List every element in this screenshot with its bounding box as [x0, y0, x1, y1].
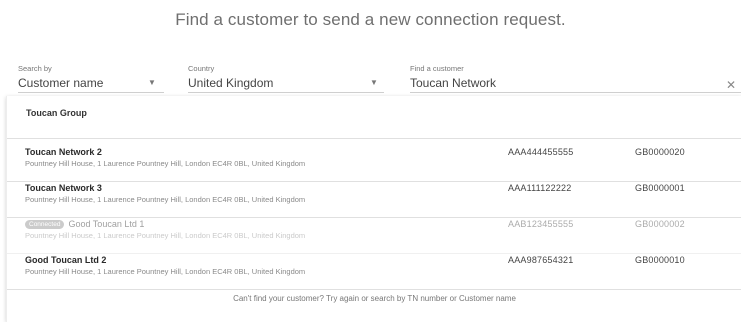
customer-name: Toucan Network 3	[25, 183, 102, 193]
search-by-value[interactable]: Customer name	[18, 75, 103, 91]
search-by-select[interactable]: Search by Customer name	[18, 64, 103, 91]
status-badge: Connected	[25, 220, 65, 229]
find-customer-input[interactable]: Toucan Network	[410, 75, 710, 91]
no-results-hint: Can't find your customer? Try again or s…	[233, 294, 516, 303]
customer-tn-number: AAA444455555	[508, 147, 574, 157]
customer-code: GB0000010	[635, 255, 685, 265]
customer-code: GB0000002	[635, 219, 685, 229]
customer-code: GB0000020	[635, 147, 685, 157]
customer-name: Good Toucan Ltd 1	[68, 219, 145, 229]
customer-name-container: Connected Good Toucan Ltd 1	[25, 219, 144, 229]
customer-tn-number: AAA987654321	[508, 255, 574, 265]
customer-address: Pountney Hill House, 1 Laurence Pountney…	[25, 159, 306, 168]
page-heading: Find a customer to send a new connection…	[175, 10, 566, 29]
search-filters: Search by Customer name ▼ Country United…	[0, 64, 741, 94]
customer-name: Toucan Network 2	[25, 147, 102, 157]
group-title: Toucan Group	[26, 108, 87, 118]
customer-tn-number: AAB123455555	[508, 219, 574, 229]
country-value[interactable]: United Kingdom	[188, 75, 273, 91]
customer-address: Pountney Hill House, 1 Laurence Pountney…	[25, 267, 306, 276]
chevron-down-icon[interactable]: ▼	[148, 78, 156, 87]
find-customer-field[interactable]: Find a customer Toucan Network	[410, 64, 710, 91]
customer-address: Pountney Hill House, 1 Laurence Pountney…	[25, 195, 306, 204]
country-underline	[188, 92, 384, 93]
country-select[interactable]: Country United Kingdom	[188, 64, 273, 91]
find-customer-label: Find a customer	[410, 64, 464, 73]
results-dropdown: Toucan Group Toucan Network 2 Pountney H…	[6, 96, 741, 322]
customer-name: Good Toucan Ltd 2	[25, 255, 107, 265]
search-by-underline	[18, 92, 164, 93]
country-label: Country	[188, 64, 215, 73]
close-icon[interactable]: ✕	[726, 78, 736, 92]
list-item[interactable]: Good Toucan Ltd 2 Pountney Hill House, 1…	[7, 247, 741, 290]
search-by-label: Search by	[18, 64, 52, 73]
chevron-down-icon[interactable]: ▼	[370, 78, 378, 87]
find-customer-underline	[410, 92, 741, 93]
group-header: Toucan Group	[7, 96, 741, 139]
customer-address: Pountney Hill House, 1 Laurence Pountney…	[25, 231, 306, 240]
customer-tn-number: AAA111122222	[508, 183, 572, 193]
customer-code: GB0000001	[635, 183, 685, 193]
